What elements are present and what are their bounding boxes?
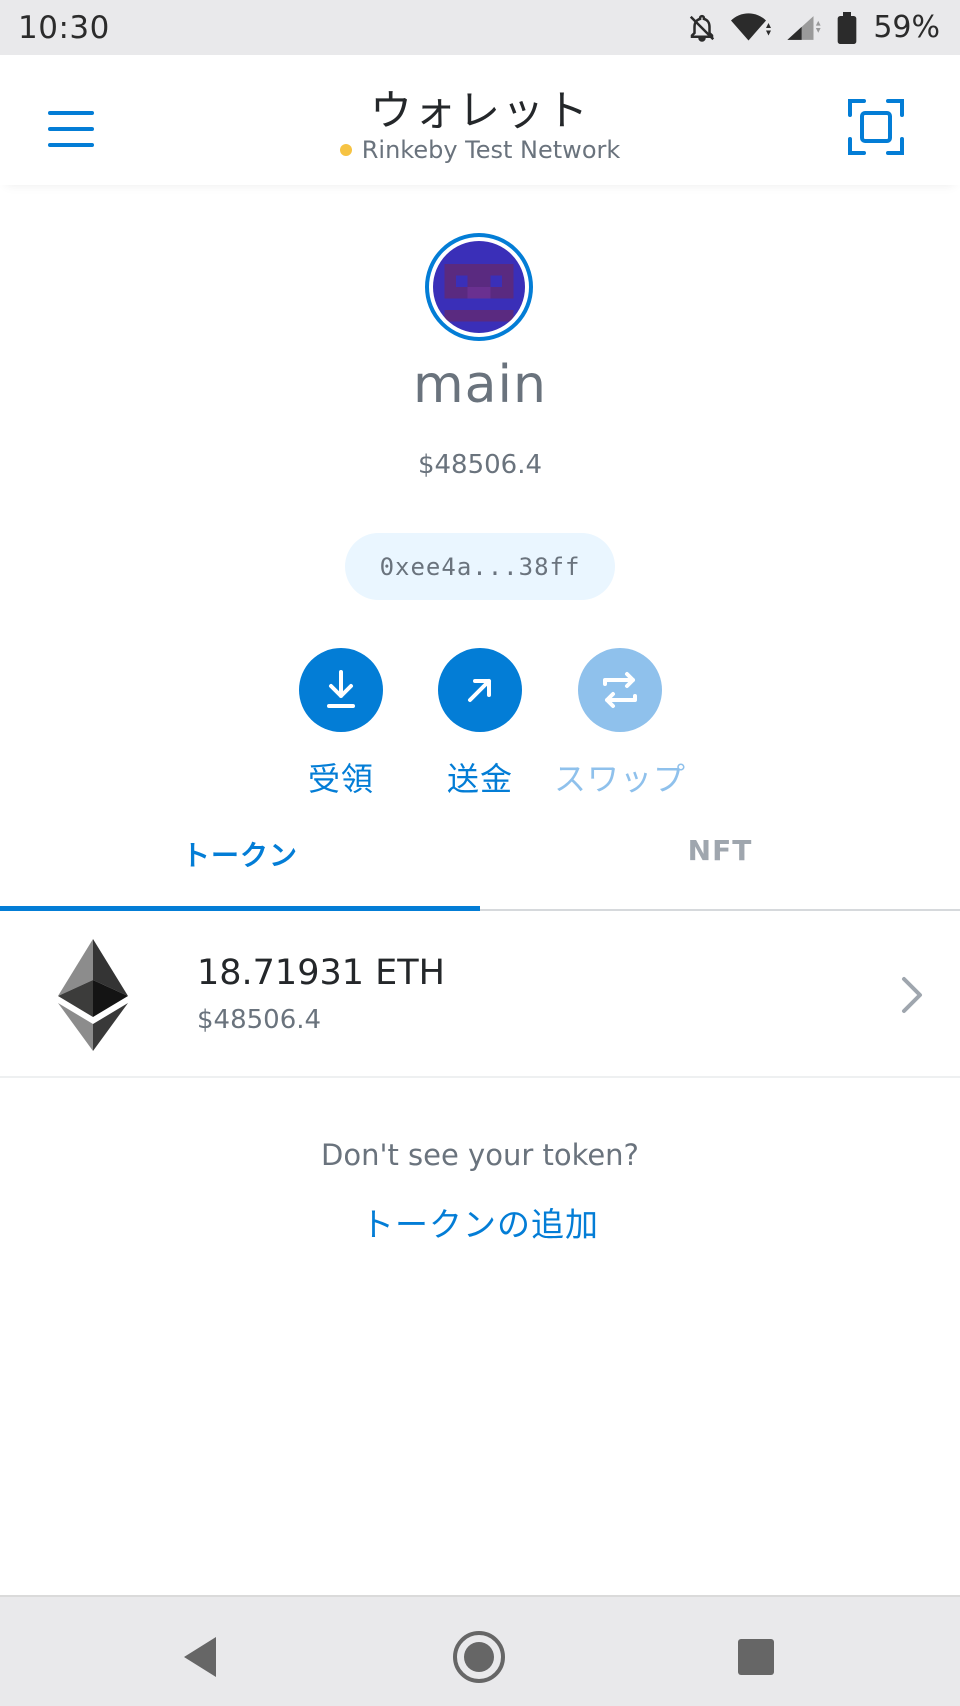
asset-tabs: トークン NFT (0, 810, 960, 911)
receive-button[interactable]: 受領 (271, 648, 411, 800)
network-status-dot (339, 144, 352, 156)
chevron-right-icon (902, 977, 922, 1013)
receive-label: 受領 (307, 760, 374, 798)
token-amount: 18.71931 ETH (197, 953, 445, 993)
send-label: 送金 (446, 760, 513, 798)
system-nav-bar (0, 1595, 960, 1706)
avatar (433, 241, 525, 333)
swap-label: スワップ (553, 760, 686, 798)
send-arrow-icon (438, 648, 522, 732)
account-avatar[interactable] (425, 233, 533, 341)
token-list-item[interactable]: 18.71931 ETH $48506.4 (0, 913, 960, 1078)
battery-icon (837, 11, 857, 44)
status-time: 10:30 (18, 9, 110, 46)
token-fiat-value: $48506.4 (197, 1005, 322, 1035)
add-token-link[interactable]: トークンの追加 (0, 1198, 960, 1246)
account-address-button[interactable]: 0xee4a...38ff (345, 533, 615, 600)
network-indicator[interactable]: Rinkeby Test Network (0, 136, 960, 164)
back-icon[interactable] (170, 1627, 230, 1687)
home-icon[interactable] (449, 1627, 509, 1687)
tab-nft[interactable]: NFT (480, 810, 960, 909)
download-arrow-icon (299, 648, 383, 732)
account-name[interactable]: main (0, 355, 960, 415)
send-button[interactable]: 送金 (410, 648, 550, 800)
network-name: Rinkeby Test Network (361, 136, 621, 164)
qr-scan-icon[interactable] (846, 97, 906, 157)
status-bar: 10:30 59% (0, 0, 960, 55)
missing-token-hint: Don't see your token? (321, 1138, 639, 1172)
tab-tokens[interactable]: トークン (0, 810, 480, 911)
wifi-icon (731, 12, 772, 40)
battery-percent: 59% (873, 10, 940, 45)
account-balance: $48506.4 (417, 450, 543, 480)
page-title: ウォレット (369, 86, 590, 135)
swap-button[interactable]: スワップ (550, 648, 690, 800)
app-header: ウォレット Rinkeby Test Network (0, 55, 960, 185)
swap-icon (578, 648, 662, 732)
ethereum-icon (58, 939, 128, 1051)
recents-icon[interactable] (726, 1627, 786, 1687)
status-icons: 59% (687, 10, 940, 45)
bell-off-icon (690, 14, 715, 42)
cell-signal-icon (787, 15, 821, 40)
